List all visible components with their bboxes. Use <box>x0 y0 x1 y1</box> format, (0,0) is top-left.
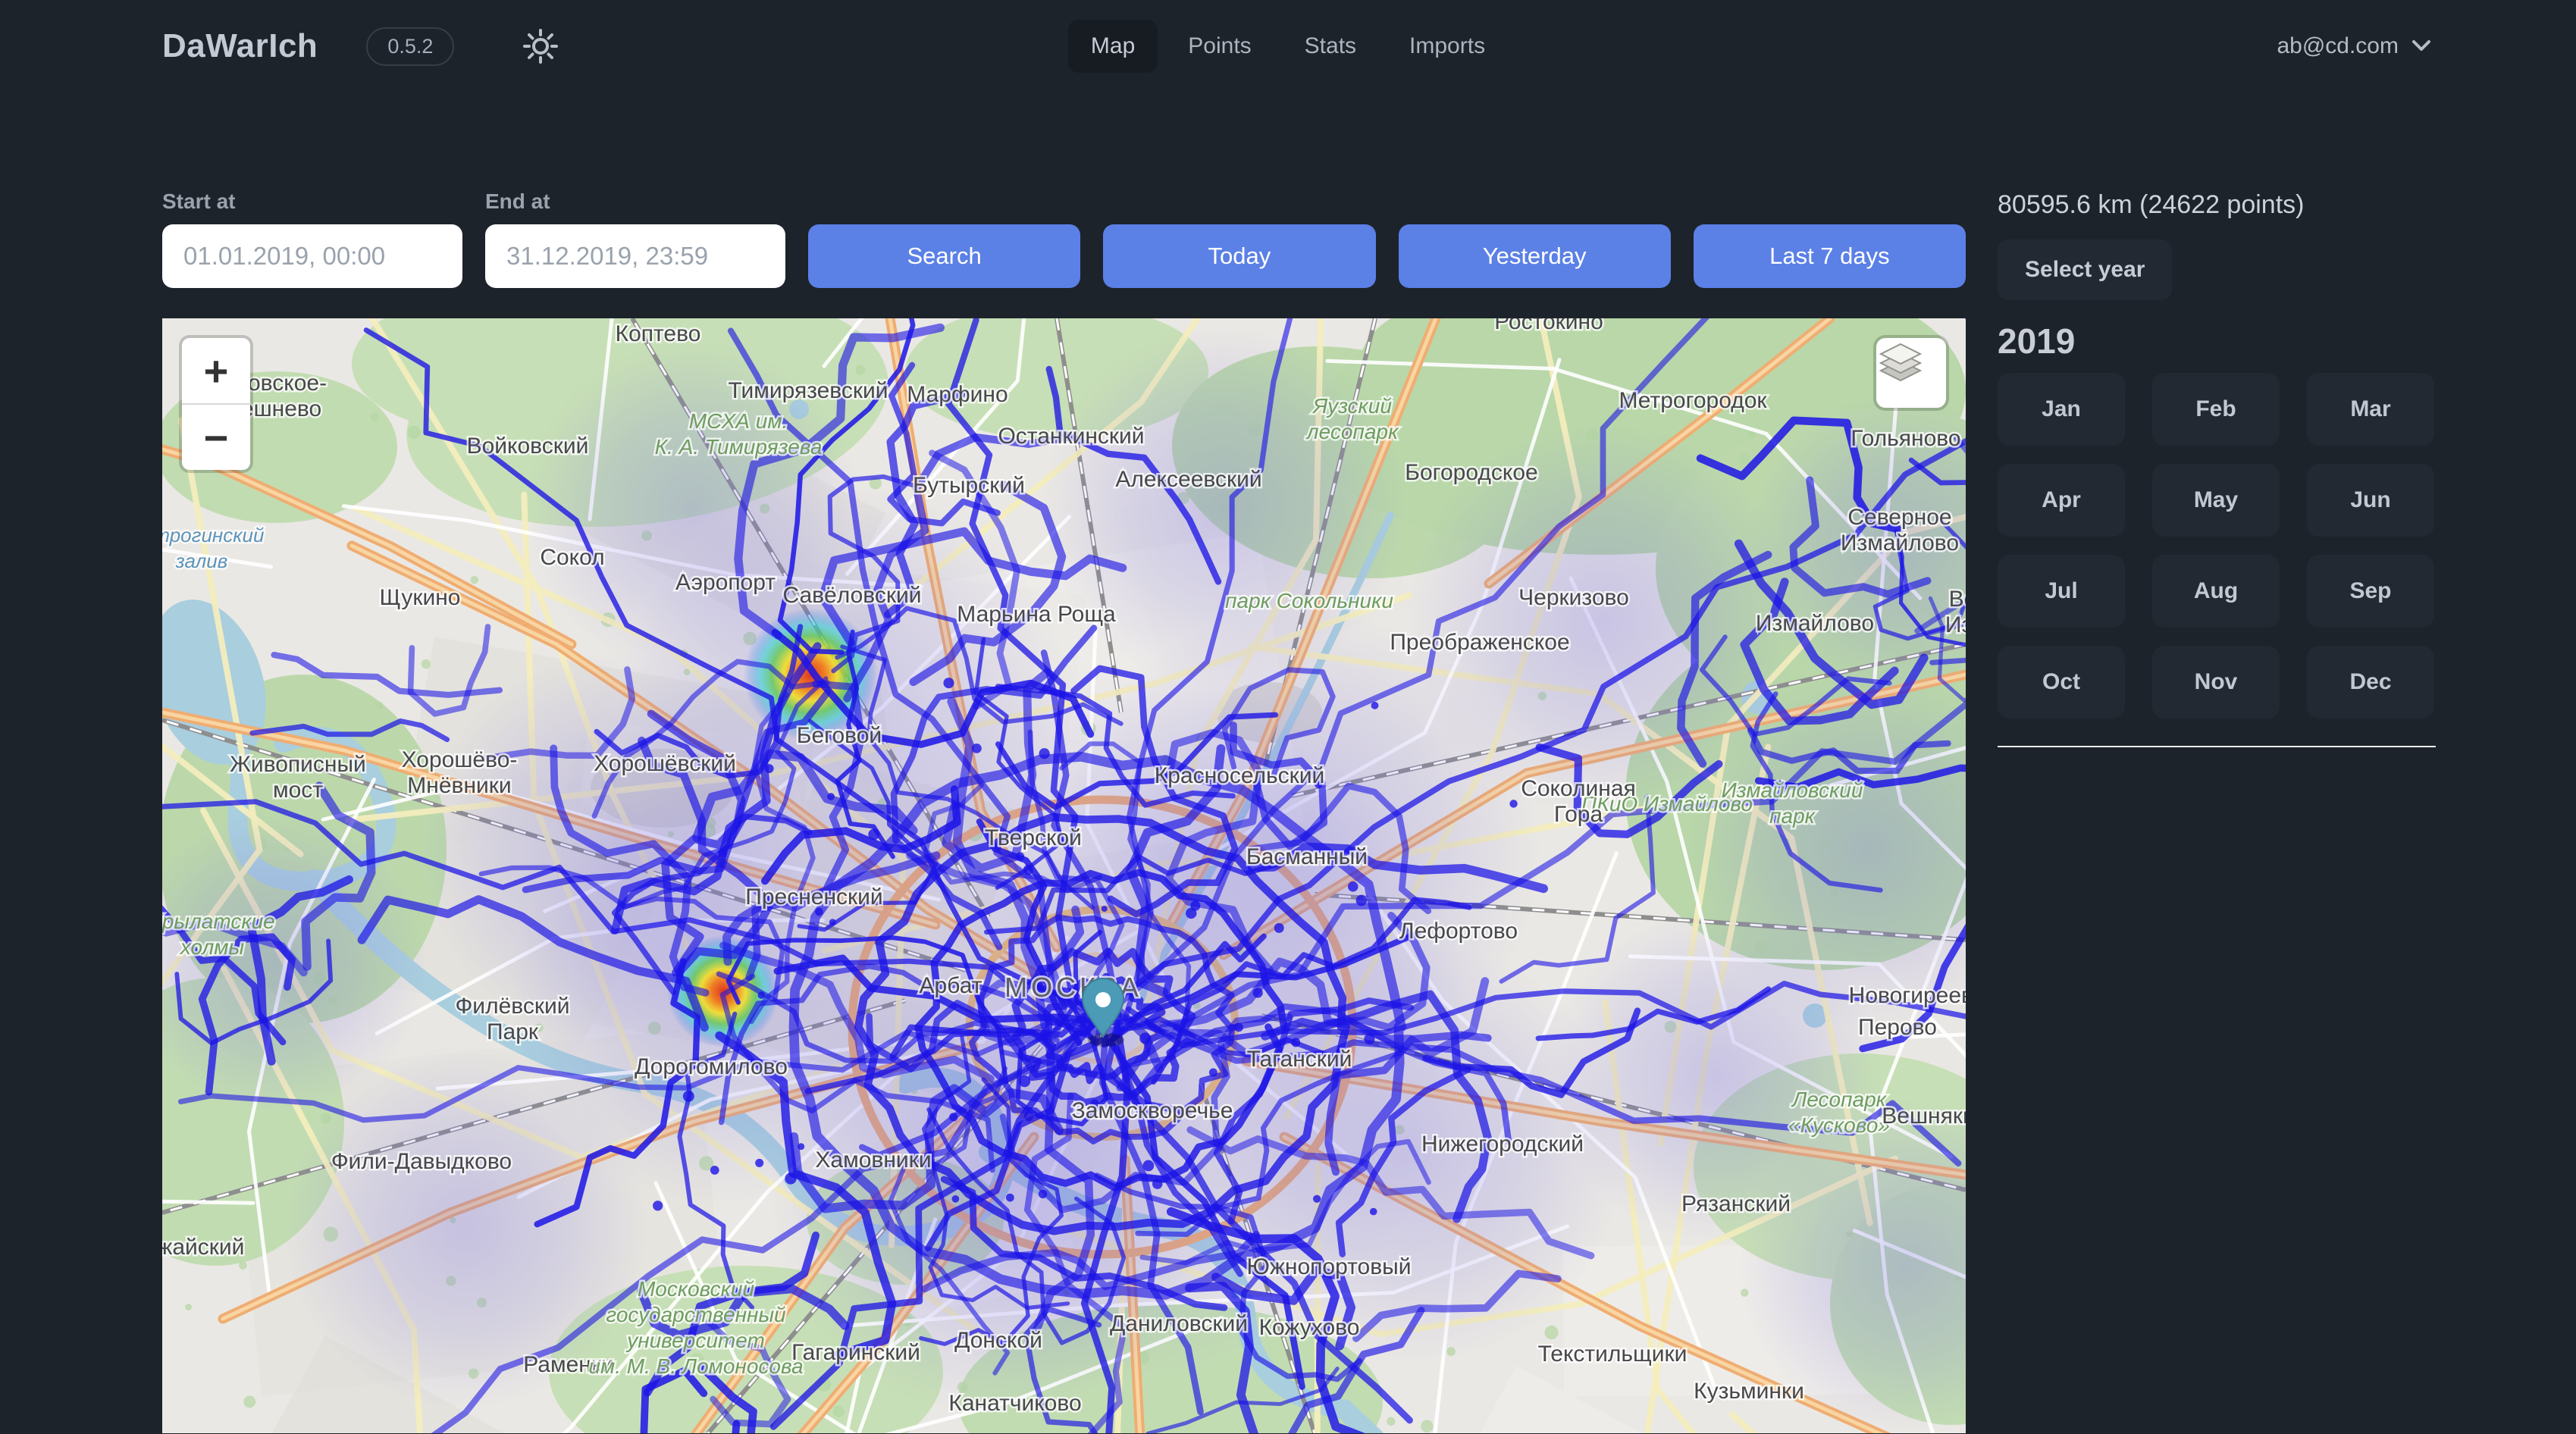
svg-text:Измайлово: Измайлово <box>1756 611 1874 636</box>
main-nav: Map Points Stats Imports <box>1068 20 1508 73</box>
search-button[interactable]: Search <box>808 224 1080 288</box>
svg-text:Гагаринский: Гагаринский <box>791 1340 920 1365</box>
month-button-jun[interactable]: Jun <box>2307 464 2434 537</box>
select-year-button[interactable]: Select year <box>1998 240 2172 300</box>
svg-text:Замоскворечье: Замоскворечье <box>1072 1098 1233 1123</box>
svg-text:Канатчиково: Канатчиково <box>948 1391 1081 1416</box>
sidebar-divider <box>1998 746 2436 747</box>
svg-text:Можайский: Можайский <box>162 1235 244 1260</box>
theme-toggle[interactable] <box>515 20 566 72</box>
svg-text:Сокол: Сокол <box>540 545 604 570</box>
svg-text:ВосточноеИзмайлово: ВосточноеИзмайлово <box>1945 587 1966 637</box>
user-menu[interactable]: ab@cd.com <box>2277 33 2432 59</box>
svg-text:Красносельский: Красносельский <box>1155 763 1325 788</box>
month-button-dec[interactable]: Dec <box>2307 646 2434 719</box>
svg-text:Донской: Донской <box>954 1328 1042 1353</box>
end-at-input[interactable] <box>485 224 785 288</box>
svg-text:Перово: Перово <box>1858 1015 1937 1040</box>
month-button-feb[interactable]: Feb <box>2152 373 2280 446</box>
year-heading: 2019 <box>1998 321 2075 361</box>
svg-text:Пресненский: Пресненский <box>745 885 882 910</box>
svg-text:Вешняки: Вешняки <box>1882 1104 1966 1129</box>
month-button-sep[interactable]: Sep <box>2307 555 2434 628</box>
month-button-apr[interactable]: Apr <box>1998 464 2125 537</box>
month-button-oct[interactable]: Oct <box>1998 646 2125 719</box>
start-at-label: Start at <box>162 189 462 214</box>
svg-text:Южнопортовый: Южнопортовый <box>1247 1254 1412 1279</box>
svg-text:Новогиреево: Новогиреево <box>1849 983 1966 1008</box>
svg-text:Богородское: Богородское <box>1405 460 1537 485</box>
app-header: DaWarIch 0.5.2 Map Points Stats Imports … <box>0 0 2576 92</box>
svg-text:Даниловский: Даниловский <box>1110 1311 1248 1336</box>
svg-text:Гольяново: Гольяново <box>1851 426 1960 451</box>
svg-text:Тимирязевский: Тимирязевский <box>728 378 888 403</box>
svg-text:Басманный: Басманный <box>1246 844 1368 869</box>
zoom-in-button[interactable]: + <box>182 338 250 403</box>
layers-icon <box>1876 338 1925 387</box>
start-at-input[interactable] <box>162 224 462 288</box>
svg-text:Кожухово: Кожухово <box>1259 1315 1360 1340</box>
svg-text:Нижегородский: Нижегородский <box>1421 1132 1584 1157</box>
distance-stats: 80595.6 km (24622 points) <box>1998 189 2304 220</box>
month-button-mar[interactable]: Mar <box>2307 373 2434 446</box>
svg-text:Войковский: Войковский <box>467 434 589 459</box>
svg-text:Марфино: Марфино <box>907 382 1008 407</box>
map-canvas: Покровское-СтрешневоКоптевоМарфиноРосток… <box>162 318 1966 1433</box>
svg-text:Коптево: Коптево <box>616 321 701 346</box>
today-button[interactable]: Today <box>1103 224 1375 288</box>
layers-control[interactable] <box>1876 338 1946 408</box>
zoom-out-button[interactable]: − <box>182 405 250 470</box>
version-badge: 0.5.2 <box>366 27 454 66</box>
month-button-aug[interactable]: Aug <box>2152 555 2280 628</box>
svg-text:Дорогомилово: Дорогомилово <box>635 1054 788 1079</box>
svg-text:Лефортово: Лефортово <box>1399 919 1518 944</box>
svg-text:Бутырский: Бутырский <box>913 473 1025 498</box>
svg-text:Савёловский: Савёловский <box>782 583 921 608</box>
svg-text:Хорошёво-Мнёвники: Хорошёво-Мнёвники <box>402 747 518 798</box>
end-at-label: End at <box>485 189 785 214</box>
svg-text:Преображенское: Преображенское <box>1390 630 1569 655</box>
filter-bar: Start at End at Search Today Yesterday L… <box>162 189 1966 288</box>
svg-text:Щукино: Щукино <box>380 585 461 610</box>
svg-text:Ростокино: Ростокино <box>1494 318 1603 334</box>
month-button-nov[interactable]: Nov <box>2152 646 2280 719</box>
main-content: Start at End at Search Today Yesterday L… <box>0 92 2576 1433</box>
svg-text:Арбат: Арбат <box>920 973 982 998</box>
svg-text:Черкизово: Черкизово <box>1518 585 1629 610</box>
tab-imports[interactable]: Imports <box>1387 20 1508 73</box>
user-email: ab@cd.com <box>2277 33 2399 59</box>
chevron-down-icon <box>2411 39 2432 54</box>
month-button-jan[interactable]: Jan <box>1998 373 2125 446</box>
month-button-may[interactable]: May <box>2152 464 2280 537</box>
dawarich-app: DaWarIch 0.5.2 Map Points Stats Imports … <box>0 0 2576 1434</box>
svg-text:Рязанский: Рязанский <box>1681 1191 1791 1216</box>
svg-text:СеверноеИзмайлово: СеверноеИзмайлово <box>1841 505 1959 556</box>
map-container[interactable]: Покровское-СтрешневоКоптевоМарфиноРосток… <box>162 318 1966 1433</box>
last-7-days-button[interactable]: Last 7 days <box>1694 224 1966 288</box>
sidebar: 80595.6 km (24622 points) Select year 20… <box>1998 189 2436 1433</box>
svg-text:Таганский: Таганский <box>1247 1047 1352 1072</box>
svg-text:Кузьминки: Кузьминки <box>1694 1379 1804 1404</box>
sun-icon <box>521 27 560 66</box>
months-grid: Jan Feb Mar Apr May Jun Jul Aug Sep Oct Nov Dec <box>1998 373 2434 719</box>
app-logo[interactable]: DaWarIch <box>162 27 318 65</box>
svg-text:Аэропорт: Аэропорт <box>675 570 776 595</box>
svg-text:Тверской: Тверской <box>985 825 1082 850</box>
map-zoom-control: + − <box>182 338 250 470</box>
tab-points[interactable]: Points <box>1165 20 1274 73</box>
svg-text:парк Сокольники: парк Сокольники <box>1225 589 1393 612</box>
svg-text:Хамовники: Хамовники <box>815 1148 931 1173</box>
svg-text:Метрогородок: Метрогородок <box>1619 388 1767 413</box>
svg-text:Текстильщики: Текстильщики <box>1538 1342 1688 1367</box>
svg-text:Алексеевский: Алексеевский <box>1115 467 1261 492</box>
svg-text:Останкинский: Останкинский <box>998 424 1144 449</box>
tab-stats[interactable]: Stats <box>1282 20 1379 73</box>
tab-map[interactable]: Map <box>1068 20 1158 73</box>
svg-text:Беговой: Беговой <box>797 723 882 748</box>
month-button-jul[interactable]: Jul <box>1998 555 2125 628</box>
svg-text:Хорошёвский: Хорошёвский <box>594 751 736 776</box>
svg-text:Фили-Давыдково: Фили-Давыдково <box>331 1149 512 1174</box>
yesterday-button[interactable]: Yesterday <box>1399 224 1671 288</box>
svg-text:Марьина Роща: Марьина Роща <box>957 602 1116 627</box>
